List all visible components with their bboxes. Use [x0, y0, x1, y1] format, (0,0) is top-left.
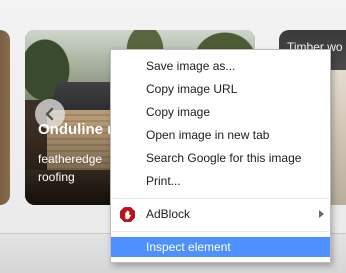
carousel-card-left[interactable]: [0, 30, 10, 205]
menu-separator: [112, 198, 329, 199]
context-menu: Save image as... Copy image URL Copy ima…: [110, 49, 331, 263]
submenu-arrow-icon: [319, 210, 324, 218]
menu-item-adblock[interactable]: AdBlock: [111, 204, 330, 224]
menu-item-inspect-element[interactable]: Inspect element: [111, 237, 330, 257]
menu-item-open-image-new-tab[interactable]: Open image in new tab: [111, 125, 330, 145]
menu-item-copy-image-url[interactable]: Copy image URL: [111, 79, 330, 99]
menu-item-save-image-as[interactable]: Save image as...: [111, 56, 330, 76]
card-description: featheredge roofing: [38, 152, 103, 184]
menu-item-search-google-image[interactable]: Search Google for this image: [111, 148, 330, 168]
menu-item-adblock-label: AdBlock: [146, 207, 191, 221]
card-title: Onduline r: [38, 121, 113, 138]
chevron-left-icon: [45, 107, 54, 121]
adblock-icon: [120, 207, 135, 222]
menu-item-copy-image[interactable]: Copy image: [111, 102, 330, 122]
menu-separator: [112, 231, 329, 232]
menu-item-print[interactable]: Print...: [111, 171, 330, 191]
